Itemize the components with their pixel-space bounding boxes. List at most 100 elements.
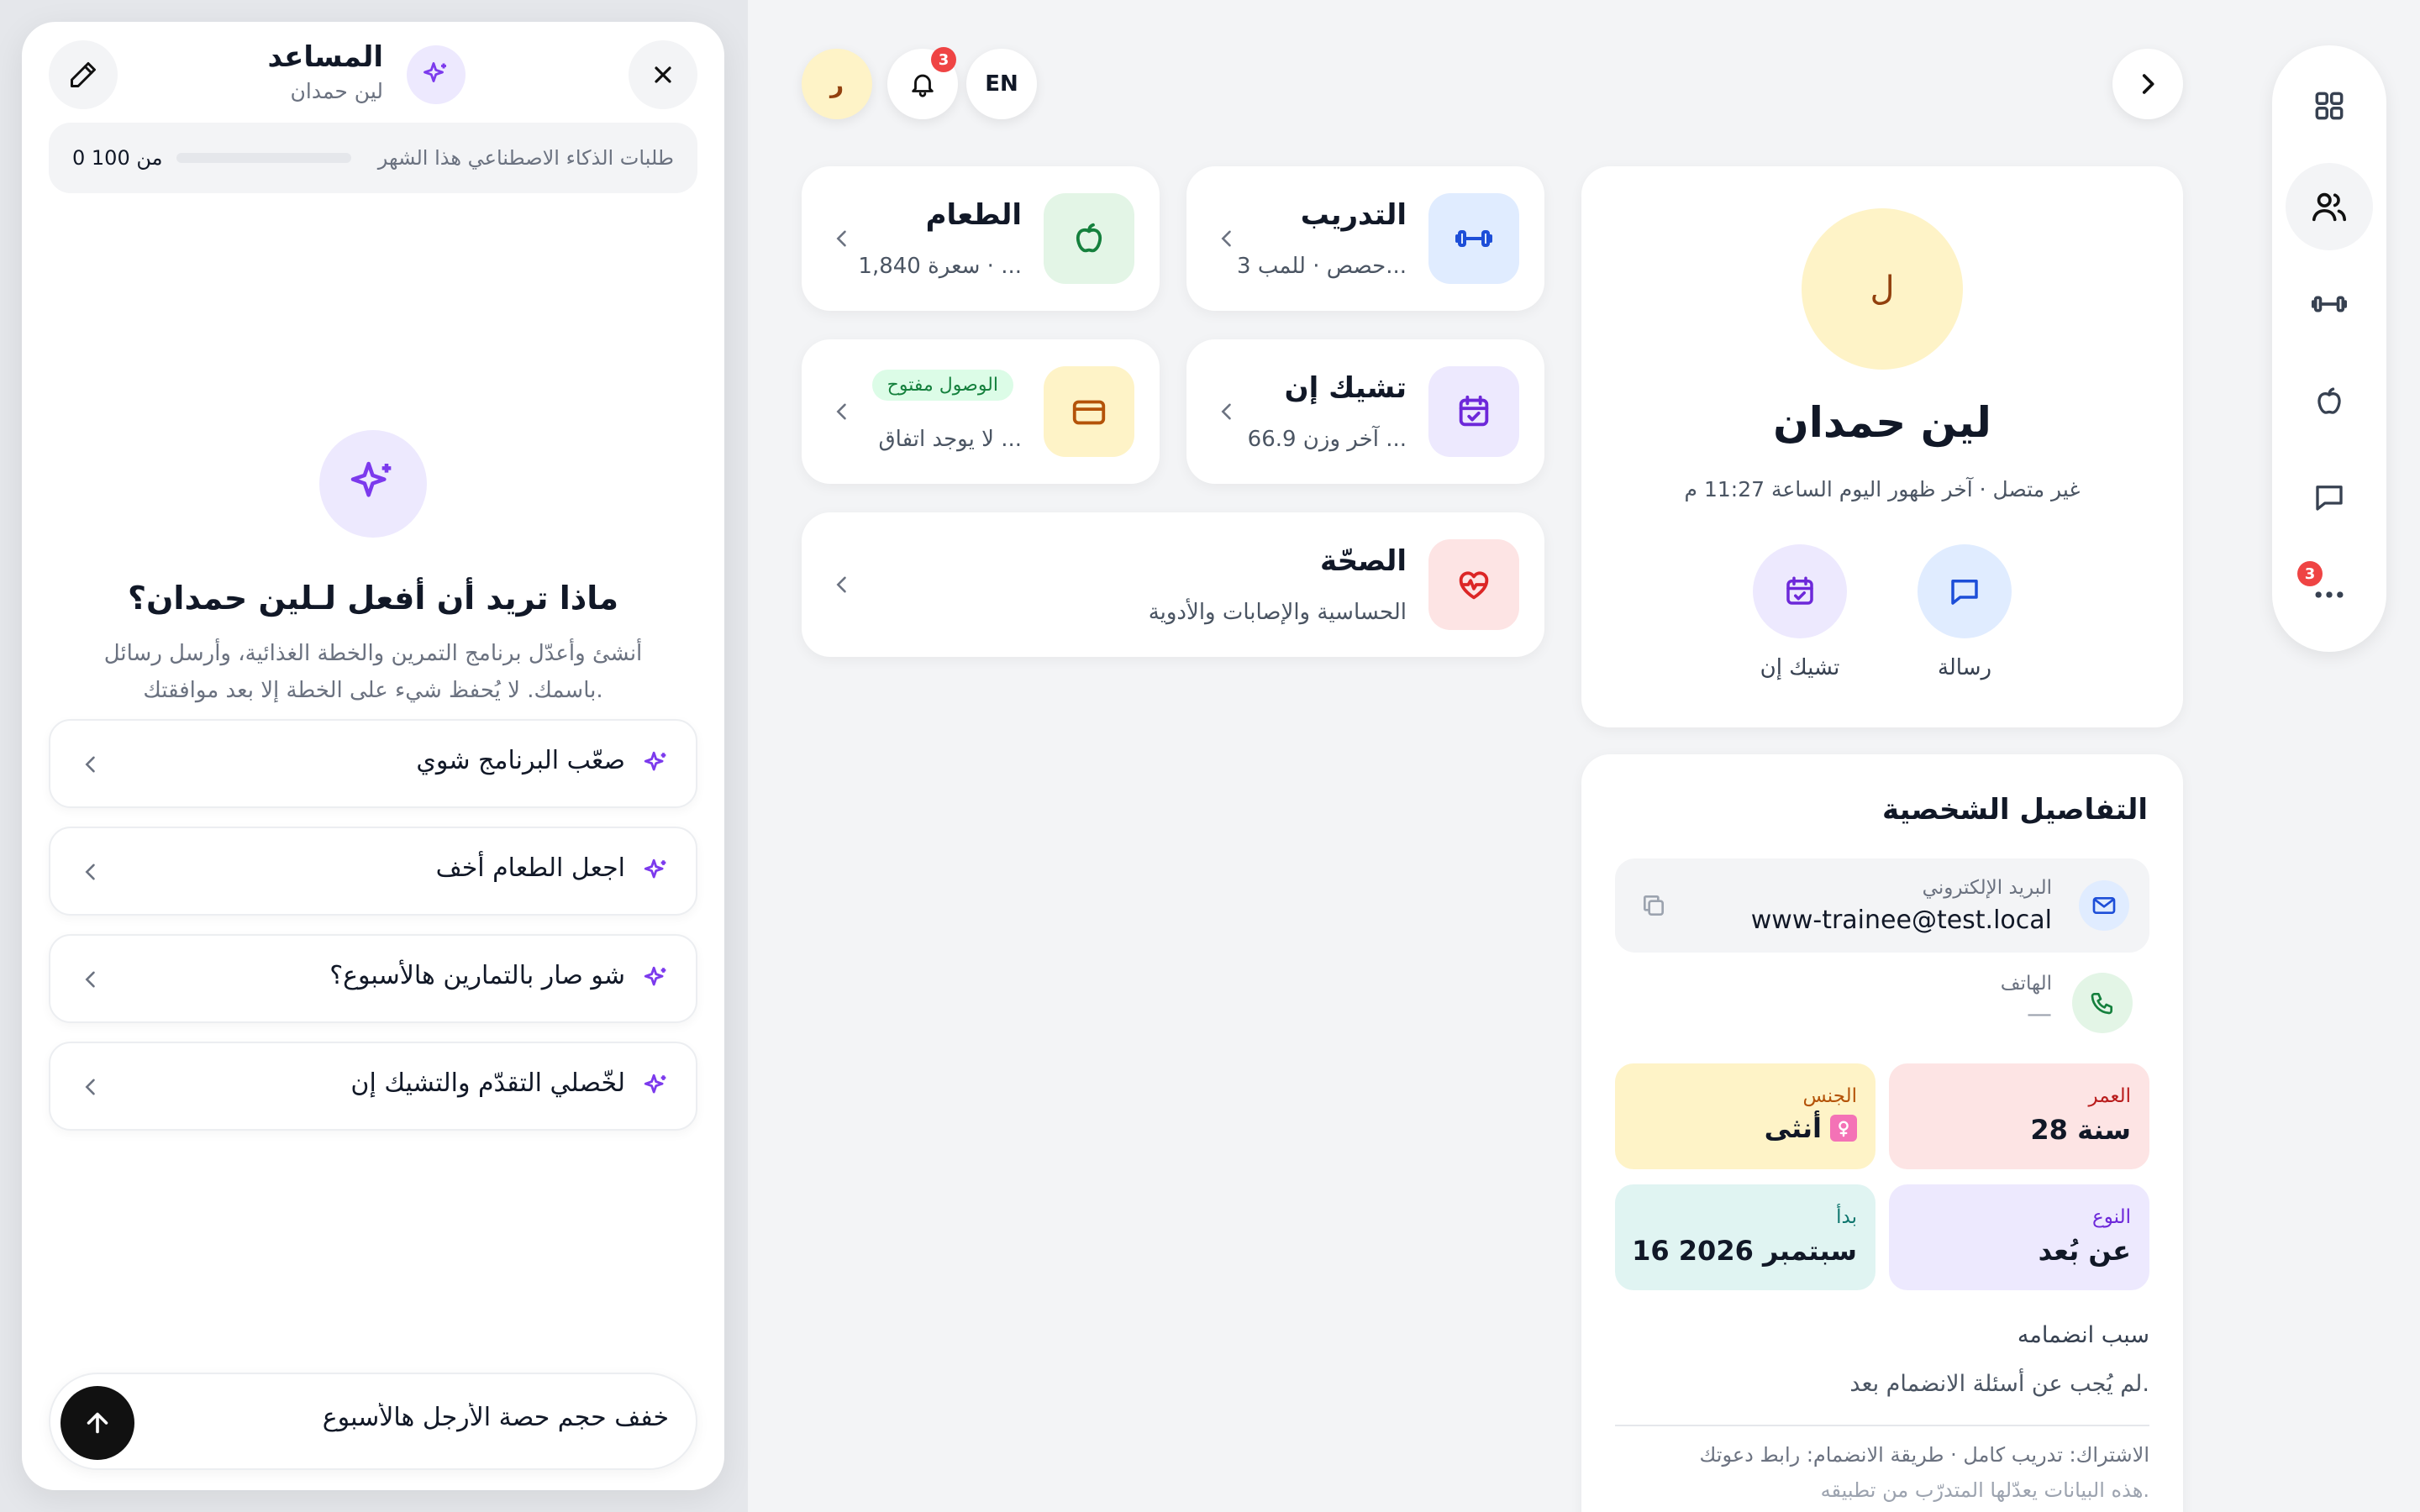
checkin-button[interactable] <box>1753 544 1847 638</box>
gender-label: الجنس <box>1802 1085 1857 1107</box>
suggestion-label: لخّصلي التقدّم والتشيك إن <box>350 1068 625 1098</box>
rail-more[interactable] <box>2286 551 2373 638</box>
heart-pulse-icon <box>1455 565 1493 604</box>
message-button[interactable] <box>1918 544 2012 638</box>
suggestion-4[interactable]: لخّصلي التقدّم والتشيك إن <box>49 1042 697 1131</box>
hero-description-line-2: باسمك. لا يُحفظ شيء على الخطة إلا بعد مو… <box>143 678 603 703</box>
type-value: عن بُعد <box>2038 1235 2131 1267</box>
rail-nutrition[interactable] <box>2286 358 2373 445</box>
divider <box>1615 1425 2149 1426</box>
age-value: 28 سنة <box>2030 1114 2131 1146</box>
phone-icon <box>2089 990 2116 1016</box>
sparkle-icon <box>346 457 400 511</box>
calendar-check-icon <box>1455 392 1493 431</box>
chevron-left-icon <box>79 1075 103 1099</box>
copy-icon[interactable] <box>1640 892 1667 919</box>
age-label: العمر <box>2088 1085 2131 1107</box>
email-icon-badge <box>2079 880 2129 931</box>
hero-icon <box>319 430 427 538</box>
phone-icon-badge <box>2072 973 2133 1033</box>
sparkle-icon <box>642 1072 671 1100</box>
health-summary: الحساسية والإصابات والأدوية <box>1148 600 1407 625</box>
food-card-icon <box>1044 193 1134 284</box>
side-rail: 3 <box>2272 45 2386 652</box>
subscription-card-icon <box>1044 366 1134 457</box>
language-label: EN <box>985 71 1018 97</box>
subscription-summary: لا يوجد اتفاق ... <box>878 427 1022 452</box>
sparkle-icon <box>642 964 671 993</box>
start-date-label: بدأ <box>1836 1206 1857 1228</box>
user-avatar[interactable]: ر <box>802 49 872 119</box>
assistant-subtitle: لين حمدان <box>290 79 383 103</box>
arrow-up-icon <box>82 1408 113 1438</box>
data-footnote: هذه البيانات يعدّلها المتدرّب من تطبيقه. <box>1820 1478 2149 1502</box>
rail-messages[interactable] <box>2286 454 2373 541</box>
suggestion-2[interactable]: اجعل الطعام أخف <box>49 827 697 916</box>
edit-button[interactable] <box>49 40 118 109</box>
access-status-badge: الوصول مفتوح <box>871 370 1013 401</box>
chevron-left-icon <box>830 400 854 423</box>
suggestion-3[interactable]: شو صار بالتمارين هالأسبوع؟ <box>49 934 697 1023</box>
subscription-card[interactable]: الوصول مفتوح لا يوجد اتفاق ... <box>802 339 1160 484</box>
food-title: الطعام <box>925 198 1022 232</box>
message-composer <box>49 1373 697 1470</box>
language-toggle[interactable]: EN <box>966 49 1037 119</box>
phone-row: الهاتف — <box>1615 966 2149 1050</box>
phone-label: الهاتف <box>2000 973 2052 995</box>
message-input[interactable] <box>182 1403 669 1432</box>
sparkle-icon <box>642 749 671 778</box>
start-date-value: 16 سبتمبر 2026 <box>1632 1235 1857 1267</box>
usage-progress <box>176 153 351 163</box>
gender-tile: الجنس أنثى <box>1615 1063 1876 1169</box>
food-card[interactable]: الطعام 1,840 سعرة · ... <box>802 166 1160 311</box>
personal-details-title: التفاصيل الشخصية <box>1882 793 2148 827</box>
gender-value-row: أنثى <box>1765 1112 1857 1144</box>
profile-name: لين حمدان <box>1773 398 1991 447</box>
suggestion-label: صعّب البرنامج شوي <box>416 746 625 775</box>
chevron-left-icon <box>1215 227 1239 250</box>
back-button[interactable] <box>2112 49 2183 119</box>
chat-icon <box>2312 480 2347 515</box>
rail-training[interactable] <box>2286 260 2373 348</box>
more-count-badge: 3 <box>2297 561 2323 586</box>
assistant-title: المساعد <box>267 40 383 74</box>
hero-description: أنشئ وأعدّل برنامج التمرين والخطة الغذائ… <box>22 635 724 709</box>
checkin-card[interactable]: تشيك إن آخر وزن 66.9 ... <box>1186 339 1544 484</box>
type-tile: النوع عن بُعد <box>1889 1184 2149 1290</box>
assistant-badge <box>407 45 466 104</box>
health-card[interactable]: الصحّة الحساسية والإصابات والأدوية <box>802 512 1544 657</box>
health-card-icon <box>1428 539 1519 630</box>
phone-value: — <box>2027 1000 2052 1029</box>
calendar-check-icon <box>1782 574 1818 609</box>
dumbbell-icon <box>2310 285 2349 323</box>
female-icon <box>1830 1115 1857 1142</box>
suggestion-label: شو صار بالتمارين هالأسبوع؟ <box>329 961 625 990</box>
sparkle-icon <box>642 857 671 885</box>
checkin-summary: آخر وزن 66.9 ... <box>1247 427 1407 452</box>
apple-icon <box>1070 219 1108 258</box>
notifications-count-badge: 3 <box>931 47 956 72</box>
age-tile: العمر 28 سنة <box>1889 1063 2149 1169</box>
gender-value: أنثى <box>1764 1112 1822 1144</box>
credit-card-icon <box>1070 392 1108 431</box>
rail-trainees[interactable] <box>2286 163 2373 250</box>
sparkle-icon <box>421 60 451 90</box>
chat-icon <box>1947 574 1982 609</box>
hero-title: ماذا تريد أن أفعل لـلين حمدان؟ <box>127 580 619 617</box>
suggestion-1[interactable]: صعّب البرنامج شوي <box>49 719 697 808</box>
assistant-panel: المساعد لين حمدان 0 من 100 طلبات الذكاء … <box>22 22 724 1490</box>
chevron-left-icon <box>830 573 854 596</box>
usage-count: 0 من 100 <box>72 146 163 170</box>
profile-status: غير متصل · آخر ظهور اليوم الساعة 11:27 م <box>1684 477 2081 501</box>
ai-usage-bar: 0 من 100 طلبات الذكاء الاصطناعي هذا الشه… <box>49 123 697 193</box>
rail-dashboard[interactable] <box>2286 62 2373 150</box>
personal-details-card: التفاصيل الشخصية البريد الإلكتروني www-t… <box>1581 754 2183 1512</box>
profile-card: ل لين حمدان غير متصل · آخر ظهور اليوم ال… <box>1581 166 2183 727</box>
apple-icon <box>2312 384 2347 419</box>
training-card[interactable]: التدريب 3 حصص · للمب... <box>1186 166 1544 311</box>
mail-icon <box>2091 892 2118 919</box>
join-reason-label: سبب انضمامه <box>2017 1322 2149 1348</box>
close-button[interactable] <box>629 40 697 109</box>
checkin-label: تشيك إن <box>1760 655 1840 680</box>
send-button[interactable] <box>60 1386 134 1460</box>
